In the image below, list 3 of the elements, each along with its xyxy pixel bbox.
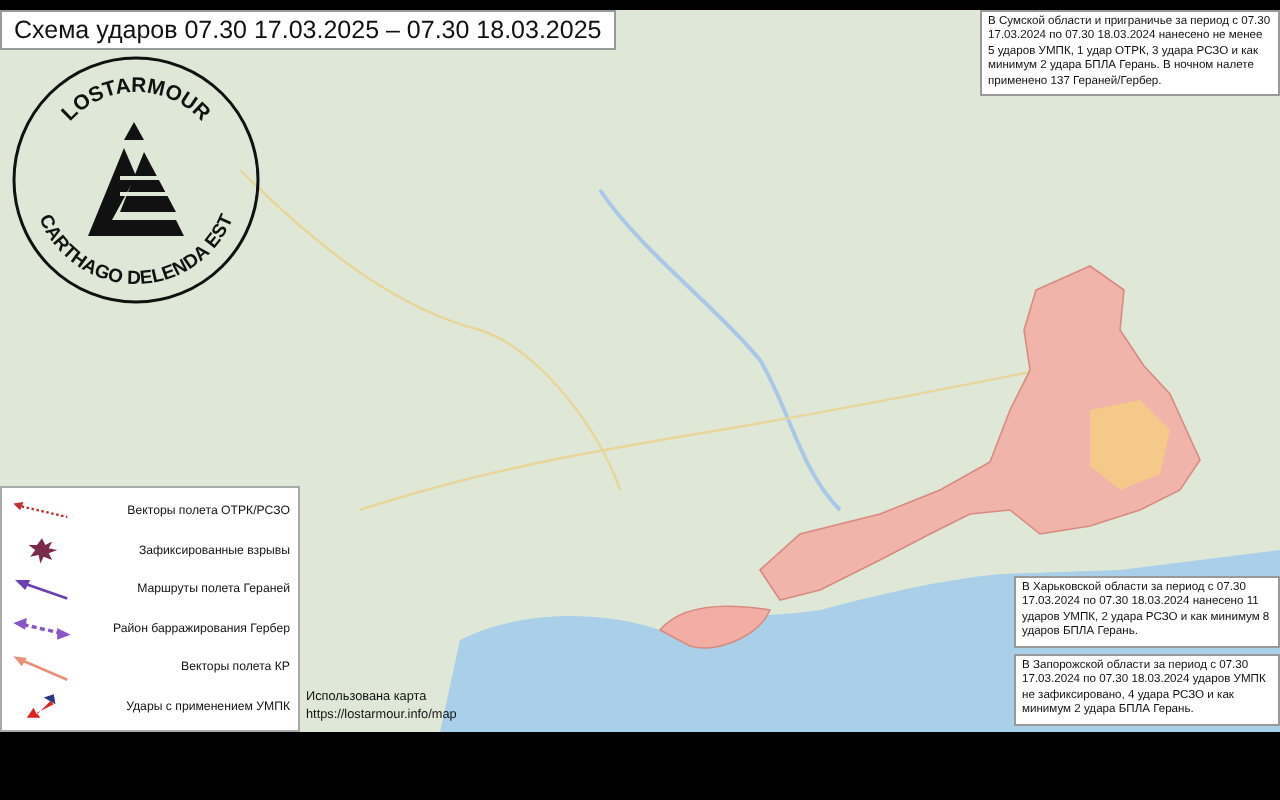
contested-area <box>1090 400 1170 490</box>
map-title: Схема ударов 07.30 17.03.2025 – 07.30 18.03.2025 <box>0 10 616 50</box>
occupied-area <box>659 605 771 649</box>
